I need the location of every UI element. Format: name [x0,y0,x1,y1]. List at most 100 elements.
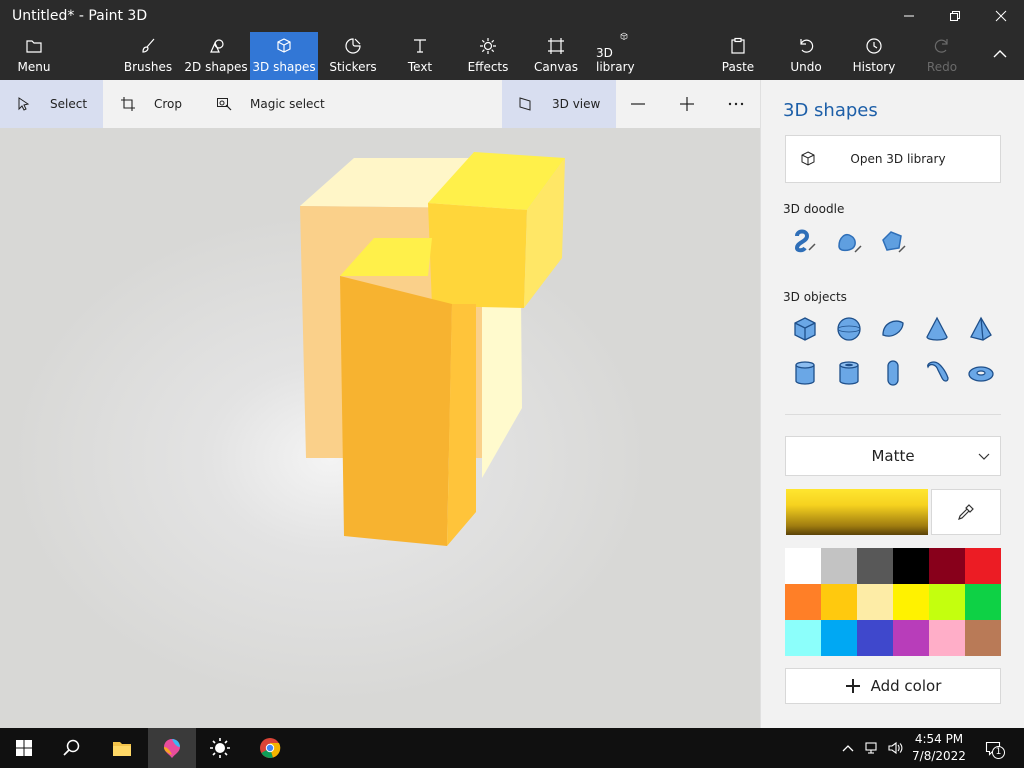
paste-label: Paste [721,60,755,74]
minimize-button[interactable] [886,0,932,32]
palette-swatch[interactable] [821,584,857,620]
tube-doodle-icon [794,229,816,253]
window-title: Untitled* - Paint 3D [12,8,148,24]
palette-swatch[interactable] [965,620,1001,656]
taskbar: 4:54 PM 7/8/2022 1 [0,728,1024,768]
crop-label: Crop [154,97,183,111]
palette-swatch[interactable] [857,584,893,620]
history-button[interactable]: History [850,32,898,80]
sphere-shape[interactable] [833,313,865,345]
front-column-side [447,304,476,546]
3d-shapes-tab[interactable]: 3D shapes [250,32,318,80]
search-button[interactable] [48,728,96,768]
select-tool[interactable]: Select [0,80,103,128]
minus-icon [631,103,645,105]
2d-shapes-icon [210,39,224,53]
magic-select-label: Magic select [250,97,325,111]
2d-shapes-tab[interactable]: 2D shapes [184,32,248,80]
3d-model[interactable] [0,128,760,728]
paint-3d-taskbar-button[interactable] [148,728,196,768]
canvas-tab[interactable]: Canvas [534,32,578,80]
3d-library-label: 3D library [596,46,635,74]
drawing-canvas[interactable] [0,128,760,728]
restore-button[interactable] [932,0,978,32]
palette-swatch[interactable] [893,548,929,584]
chevron-up-icon [993,49,1007,57]
redo-label: Redo [926,60,958,74]
color-palette [785,548,1001,656]
paste-button[interactable]: Paste [718,32,758,80]
palette-swatch[interactable] [965,584,1001,620]
2d-shapes-label: 2D shapes [184,60,248,74]
magic-select-tool[interactable]: Magic select [216,80,325,128]
stickers-tab[interactable]: Stickers [326,32,380,80]
ellipsis-icon [728,102,744,106]
volume-button[interactable] [885,738,905,758]
undo-button[interactable]: Undo [786,32,826,80]
chrome-button[interactable] [246,728,294,768]
cylinder-icon [795,361,815,385]
panel-title: 3D shapes [783,100,878,121]
redo-button[interactable]: Redo [922,32,962,80]
start-button[interactable] [0,728,48,768]
zoom-out-button[interactable] [630,80,646,128]
palette-swatch[interactable] [821,548,857,584]
brushes-tab[interactable]: Brushes [120,32,176,80]
collapse-ribbon-button[interactable] [980,32,1020,80]
palette-swatch[interactable] [929,584,965,620]
history-label: History [852,60,896,74]
palette-swatch[interactable] [929,548,965,584]
show-hidden-icons-button[interactable] [838,738,858,758]
system-clock[interactable]: 4:54 PM 7/8/2022 [908,731,970,765]
zoom-in-button[interactable] [679,80,695,128]
palette-swatch[interactable] [929,620,965,656]
selected-color-swatch[interactable] [786,489,928,535]
panel-divider [785,414,1001,415]
palette-swatch[interactable] [785,620,821,656]
network-button[interactable] [862,738,882,758]
tube-shape[interactable] [833,357,865,389]
more-options-button[interactable] [728,80,744,128]
palette-swatch[interactable] [965,548,1001,584]
curved-tube-shape[interactable] [921,357,953,389]
palette-swatch[interactable] [857,620,893,656]
text-icon [414,39,426,53]
palette-swatch[interactable] [785,584,821,620]
donut-shape[interactable] [965,357,997,389]
sharp-edge-doodle-tool[interactable] [789,226,821,258]
crop-tool[interactable]: Crop [120,80,182,128]
material-finish-value: Matte [871,447,915,465]
add-color-button[interactable]: Add color [785,668,1001,704]
text-tab[interactable]: Text [400,32,440,80]
cube-shape[interactable] [789,313,821,345]
menu-button[interactable]: Menu [8,32,60,80]
open-3d-library-button[interactable]: Open 3D library [785,135,1001,183]
sphere-icon [837,317,861,341]
palette-swatch[interactable] [821,620,857,656]
windows-logo-icon [16,740,32,756]
eyedropper-button[interactable] [931,489,1001,535]
sculpt-doodle-tool[interactable] [877,226,909,258]
cylinder-shape[interactable] [789,357,821,389]
action-center-button[interactable]: 1 [982,738,1005,759]
pyramid-shape[interactable] [965,313,997,345]
palette-swatch[interactable] [857,548,893,584]
3d-view-toggle[interactable]: 3D view [502,80,616,128]
cone-shape[interactable] [921,313,953,345]
palette-swatch[interactable] [893,620,929,656]
effects-tab[interactable]: Effects [466,32,510,80]
file-explorer-button[interactable] [98,728,146,768]
hemisphere-shape[interactable] [877,313,909,345]
material-finish-dropdown[interactable]: Matte [785,436,1001,476]
soft-edge-doodle-tool[interactable] [833,226,865,258]
capsule-shape[interactable] [877,357,909,389]
tube-icon [839,361,859,385]
palette-swatch[interactable] [785,548,821,584]
crop-icon [121,97,135,111]
3d-library-tab[interactable]: 3D library [596,32,652,80]
add-color-label: Add color [870,677,942,695]
capsule-icon [887,360,899,386]
palette-swatch[interactable] [893,584,929,620]
brightness-app-button[interactable] [196,728,244,768]
close-button[interactable] [978,0,1024,32]
